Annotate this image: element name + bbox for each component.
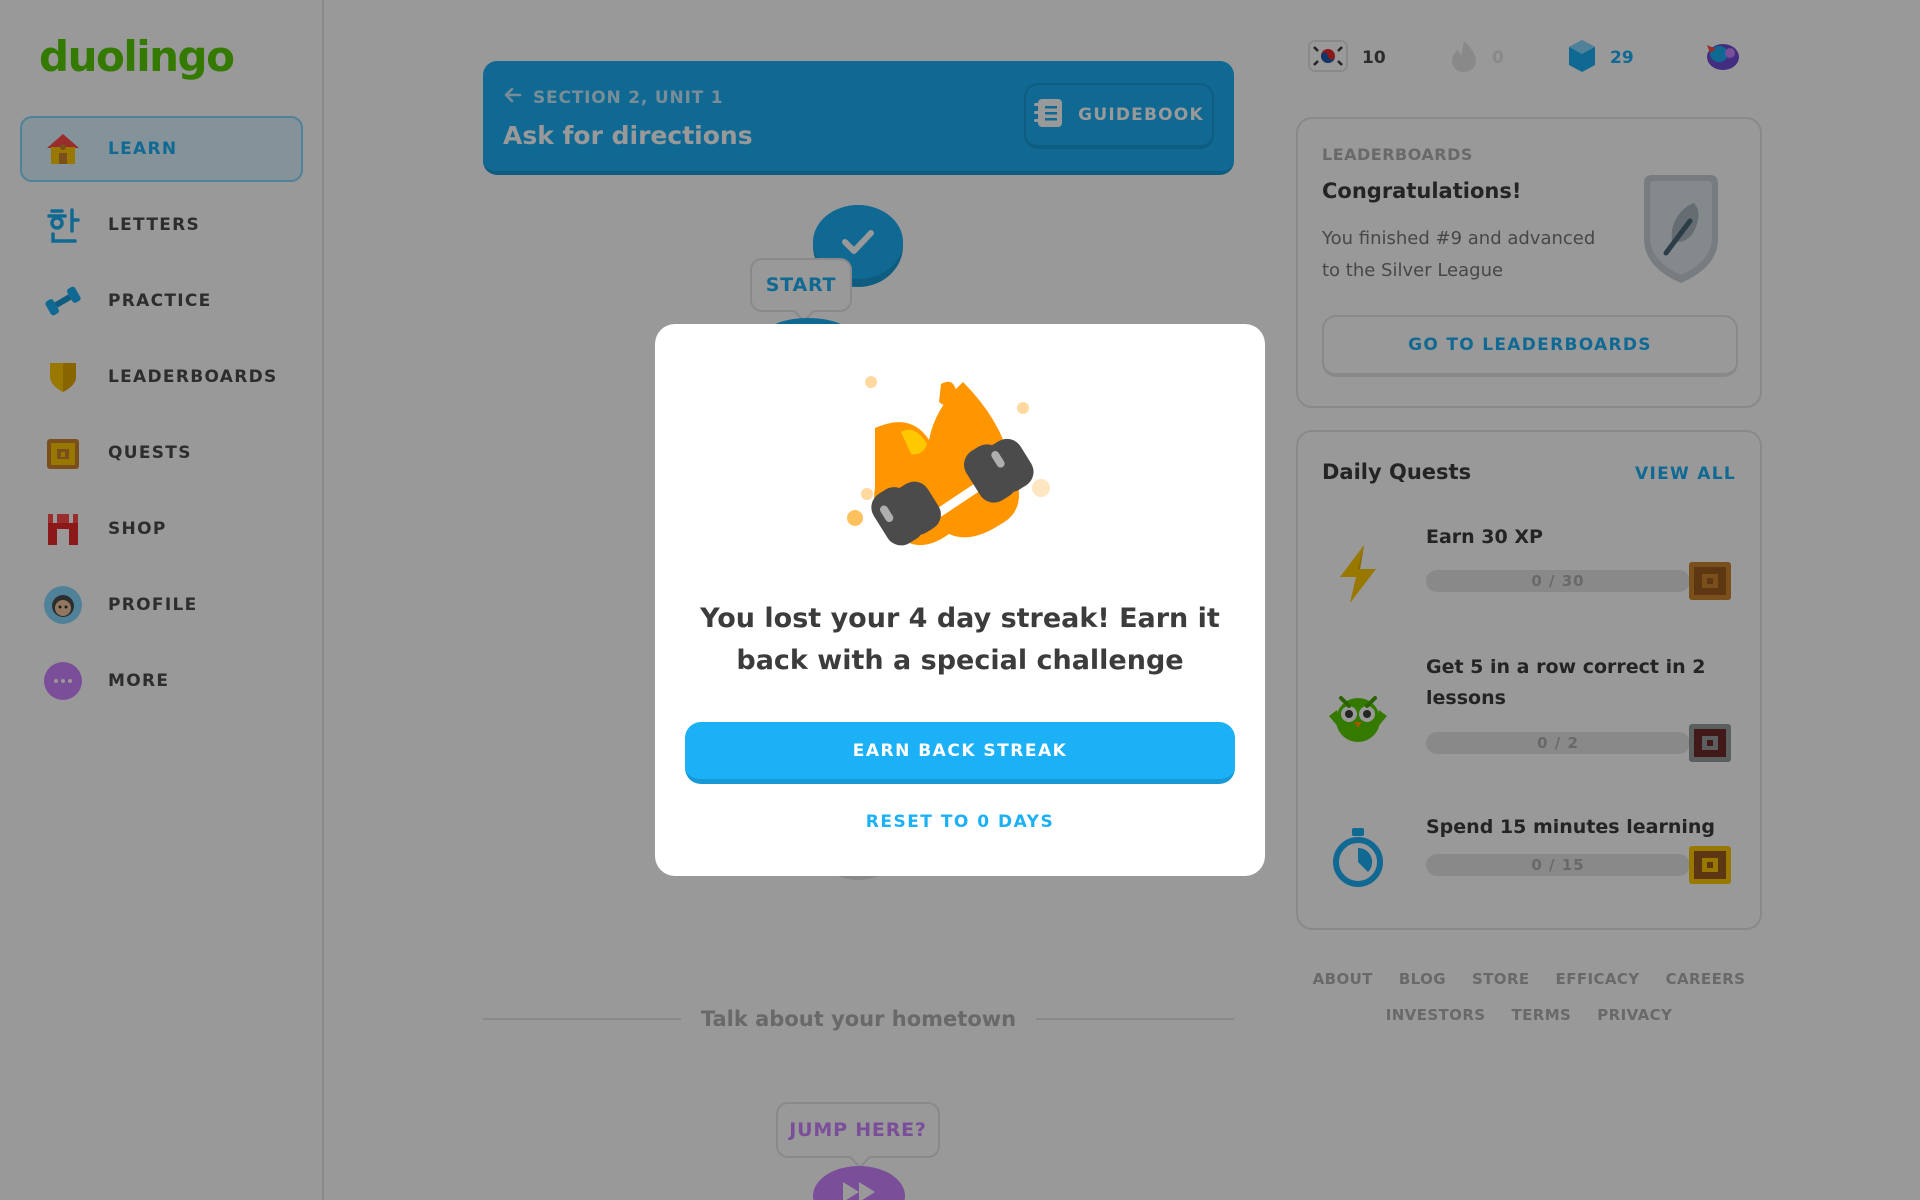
earn-back-streak-button[interactable]: EARN BACK STREAK — [685, 722, 1235, 784]
streak-lost-message: You lost your 4 day streak! Earn it back… — [700, 603, 1220, 676]
streak-lost-modal: You lost your 4 day streak! Earn it back… — [655, 324, 1265, 876]
broken-streak-dumbbell-icon — [831, 368, 1089, 568]
reset-streak-button[interactable]: RESET TO 0 DAYS — [685, 812, 1235, 832]
